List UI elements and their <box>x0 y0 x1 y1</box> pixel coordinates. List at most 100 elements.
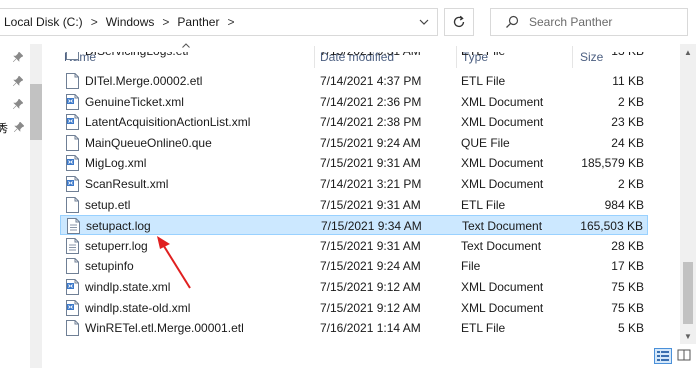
file-icon <box>66 196 79 213</box>
file-row[interactable]: setup.etl 7/15/2021 9:31 AM ETL File 984 KB <box>60 195 648 215</box>
file-date: 7/15/2021 9:31 AM <box>320 238 421 253</box>
file-size: 28 KB <box>611 238 644 253</box>
file-row[interactable]: setupinfo 7/15/2021 9:24 AM File 17 KB <box>60 256 648 276</box>
file-type: XML Document <box>461 177 544 191</box>
details-view-icon <box>657 351 669 361</box>
file-size: 2 KB <box>617 94 644 109</box>
file-type: Text Document <box>462 219 543 234</box>
large-icons-view-icon <box>677 349 691 361</box>
file-type: XML Document <box>461 156 544 171</box>
xml-file-icon <box>66 114 79 131</box>
chevron-down-icon[interactable] <box>417 15 431 29</box>
file-row[interactable]: WinRETel.etl.Merge.00001.etl 7/16/2021 1:… <box>60 318 648 338</box>
file-date: 7/15/2021 9:24 AM <box>320 259 421 274</box>
file-name: MigLog.xml <box>85 156 147 171</box>
scroll-up-arrow-icon[interactable]: ▲ <box>680 44 696 60</box>
file-size: 75 KB <box>611 280 644 294</box>
file-row[interactable]: DITel.Merge.00002.etl 7/14/2021 4:37 PM ET… <box>60 71 648 91</box>
file-date: 7/15/2021 9:31 AM <box>320 52 421 58</box>
breadcrumb-separator[interactable]: > <box>91 15 98 29</box>
file-type: ETL File <box>461 197 506 212</box>
file-date: 7/15/2021 9:24 AM <box>320 135 421 150</box>
file-name: WinRETel.etl.Merge.00001.etl <box>85 321 244 336</box>
file-size: 984 KB <box>604 197 644 212</box>
xml-file-icon <box>66 299 79 316</box>
file-size: 165,503 KB <box>580 219 643 234</box>
file-size: 5 KB <box>617 321 644 336</box>
file-row[interactable]: DIServicingLogs.etl 7/15/2021 9:31 AM ETL … <box>60 52 648 62</box>
file-icon <box>66 320 79 337</box>
address-bar[interactable]: Local Disk (C:) > Windows > Panther > <box>0 8 438 36</box>
file-size: 75 KB <box>611 300 644 315</box>
breadcrumb-panther[interactable]: Panther <box>177 15 219 29</box>
file-name: ScanResult.xml <box>85 177 169 191</box>
breadcrumb-windows[interactable]: Windows <box>106 15 155 29</box>
xml-file-icon <box>66 279 79 295</box>
large-icons-view-button[interactable] <box>676 348 694 364</box>
file-type: QUE File <box>461 135 510 150</box>
file-name: DITel.Merge.00002.etl <box>85 74 203 88</box>
file-row[interactable]: setuperr.log 7/15/2021 9:31 AM Text Docume… <box>60 236 648 256</box>
file-size: 23 KB <box>611 115 644 130</box>
breadcrumb-separator[interactable]: > <box>162 15 169 29</box>
nav-scrollbar-thumb[interactable] <box>30 84 42 140</box>
file-name: setuperr.log <box>85 238 148 253</box>
file-date: 7/15/2021 9:34 AM <box>321 219 422 234</box>
file-name: setup.etl <box>85 197 131 212</box>
search-box[interactable] <box>490 8 688 36</box>
file-row[interactable]: setupact.log 7/15/2021 9:34 AM Text Docume… <box>60 215 648 236</box>
file-row[interactable]: windlp.state.xml 7/15/2021 9:12 AM XML Doc… <box>60 277 648 297</box>
file-icon <box>66 73 79 89</box>
file-name: windlp.state.xml <box>85 280 171 294</box>
file-icon <box>66 134 79 151</box>
file-size: 24 KB <box>611 135 644 150</box>
file-date: 7/14/2021 2:38 PM <box>320 115 422 130</box>
file-date: 7/15/2021 9:12 AM <box>320 280 421 294</box>
file-icon <box>66 258 79 275</box>
file-icon <box>66 52 79 60</box>
file-name: DIServicingLogs.etl <box>85 52 188 58</box>
refresh-icon <box>453 15 465 28</box>
file-date: 7/15/2021 9:31 AM <box>320 197 421 212</box>
file-type: ETL File <box>461 74 506 88</box>
pin-icon[interactable] <box>12 98 24 110</box>
file-type: ETL File <box>461 52 505 58</box>
file-type: XML Document <box>461 280 544 294</box>
pin-icon[interactable] <box>12 51 24 63</box>
file-name: MainQueueOnline0.que <box>85 135 212 150</box>
file-type: XML Document <box>461 300 544 315</box>
file-name: GenuineTicket.xml <box>85 94 184 109</box>
xml-file-icon <box>66 176 79 192</box>
text-file-icon <box>67 218 80 235</box>
file-row[interactable]: windlp.state-old.xml 7/15/2021 9:12 AM XML… <box>60 298 648 318</box>
details-view-button[interactable] <box>654 348 672 364</box>
refresh-button[interactable] <box>444 8 474 36</box>
file-name: LatentAcquisitionActionList.xml <box>85 115 251 130</box>
file-date: 7/15/2021 9:12 AM <box>320 300 421 315</box>
file-name: setupact.log <box>86 219 151 234</box>
file-size: 185,579 KB <box>581 156 644 171</box>
file-size: 17 KB <box>611 259 644 274</box>
xml-file-icon <box>66 93 79 110</box>
file-row[interactable]: LatentAcquisitionActionList.xml 7/14/2021… <box>60 112 648 132</box>
pin-icon[interactable] <box>12 75 24 87</box>
file-date: 7/16/2021 1:14 AM <box>320 321 421 336</box>
file-row[interactable]: GenuineTicket.xml 7/14/2021 2:36 PM XML Do… <box>60 92 648 112</box>
file-date: 7/14/2021 2:36 PM <box>320 94 422 109</box>
file-row[interactable]: ScanResult.xml 7/14/2021 3:21 PM XML Docum… <box>60 174 648 194</box>
file-type: XML Document <box>461 94 544 109</box>
breadcrumb-separator[interactable]: > <box>227 15 234 29</box>
breadcrumb-local-disk[interactable]: Local Disk (C:) <box>4 15 83 29</box>
search-input[interactable] <box>529 15 679 29</box>
file-name: windlp.state-old.xml <box>85 300 191 315</box>
file-row[interactable]: MainQueueOnline0.que 7/15/2021 9:24 AM QUE… <box>60 133 648 153</box>
file-row[interactable]: MigLog.xml 7/15/2021 9:31 AM XML Document 1… <box>60 153 648 173</box>
pin-icon[interactable] <box>13 121 25 133</box>
file-type: XML Document <box>461 115 544 130</box>
scrollbar-thumb[interactable] <box>683 262 693 324</box>
scroll-down-arrow-icon[interactable]: ▼ <box>680 328 696 344</box>
nav-item-label[interactable]: 秀 <box>0 120 8 136</box>
file-date: 7/14/2021 4:37 PM <box>320 74 422 88</box>
text-file-icon <box>66 237 79 254</box>
file-size: 13 KB <box>611 52 644 58</box>
